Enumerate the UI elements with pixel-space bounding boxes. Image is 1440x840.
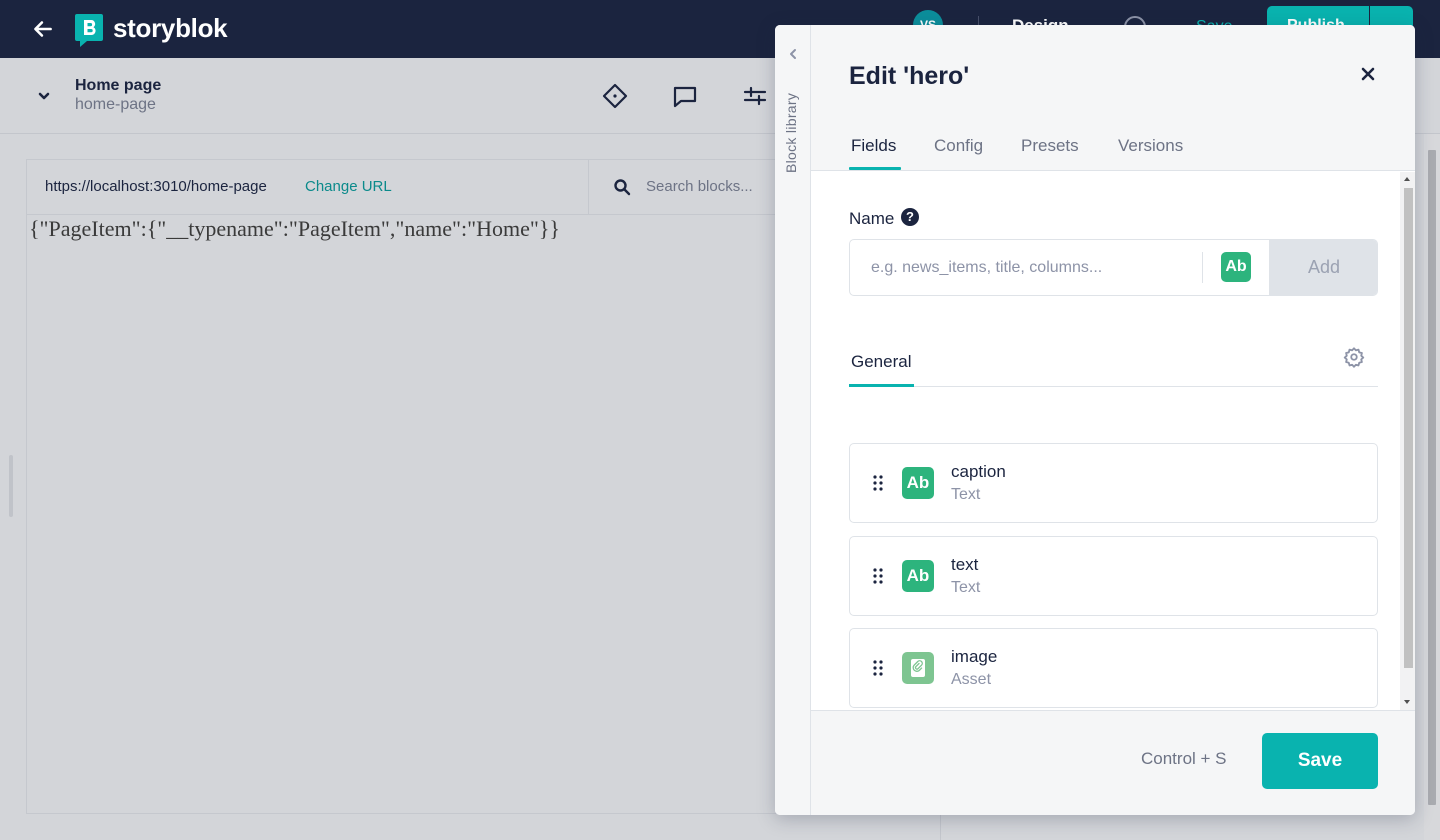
url-divider — [588, 160, 589, 215]
sliders-icon[interactable] — [741, 82, 769, 110]
modal-scrollbar-thumb[interactable] — [1404, 188, 1413, 668]
drag-handle-icon[interactable] — [873, 475, 883, 491]
chevron-down-icon[interactable] — [32, 84, 56, 108]
search-icon — [614, 179, 631, 196]
resize-handle[interactable] — [9, 455, 13, 517]
field-name-input[interactable] — [850, 240, 1200, 295]
name-input-group: Ab Add — [849, 239, 1378, 296]
modal-header: Edit 'hero' Fields Config Presets Versio… — [811, 25, 1415, 171]
add-field-button[interactable]: Add — [1269, 240, 1377, 295]
text-field-icon: Ab — [902, 467, 934, 499]
text-field-icon: Ab — [902, 560, 934, 592]
group-tab-indicator — [849, 384, 914, 387]
tab-config[interactable]: Config — [934, 136, 983, 156]
field-name: caption — [951, 462, 1006, 481]
modal-body: Name ? Ab Add General Ab caption Text Ab… — [811, 172, 1415, 710]
asset-icon — [902, 652, 934, 684]
change-url-link[interactable]: Change URL — [305, 178, 392, 195]
edit-block-modal: Block library Edit 'hero' Fields Config … — [775, 25, 1415, 815]
preview-url: https://localhost:3010/home-page — [45, 178, 267, 195]
block-library-label[interactable]: Block library — [783, 93, 799, 173]
diamond-icon[interactable] — [601, 82, 629, 110]
scroll-up-arrow-icon[interactable] — [1403, 175, 1411, 183]
field-type: Text — [951, 579, 981, 596]
back-arrow-icon[interactable] — [30, 16, 56, 42]
info-icon[interactable]: ? — [901, 208, 919, 226]
field-card-text[interactable]: Ab text Text — [849, 536, 1378, 616]
name-label: Name — [849, 209, 895, 228]
storyblok-logo-icon — [75, 14, 103, 47]
field-type-select[interactable]: Ab — [1221, 252, 1251, 282]
field-name: image — [951, 647, 998, 666]
drag-handle-icon[interactable] — [873, 660, 883, 676]
preview-json-content: {"PageItem":{"__typename":"PageItem","na… — [29, 216, 560, 241]
field-type: Asset — [951, 671, 992, 688]
drag-handle-icon[interactable] — [873, 568, 883, 584]
gear-icon[interactable] — [1343, 346, 1365, 368]
tab-general[interactable]: General — [851, 352, 911, 372]
field-card-caption[interactable]: Ab caption Text — [849, 443, 1378, 523]
search-blocks-input[interactable]: Search blocks... — [646, 178, 753, 195]
modal-title: Edit 'hero' — [849, 62, 970, 90]
story-slug: home-page — [75, 96, 156, 113]
chevron-left-icon[interactable] — [786, 47, 800, 61]
block-library-toggle[interactable]: Block library — [775, 25, 811, 815]
modal-footer: Control + S Save — [811, 710, 1415, 815]
close-icon[interactable] — [1360, 66, 1376, 82]
input-divider — [1202, 252, 1203, 283]
active-tab-indicator — [849, 167, 901, 170]
field-type: Text — [951, 486, 981, 503]
save-shortcut-hint: Control + S — [1141, 749, 1227, 768]
logo-text: storyblok — [113, 13, 228, 43]
field-name: text — [951, 555, 979, 574]
save-button[interactable]: Save — [1262, 733, 1378, 789]
page-scrollbar-thumb[interactable] — [1428, 150, 1436, 805]
group-tabs-line — [849, 386, 1378, 387]
comment-icon[interactable] — [671, 82, 699, 110]
tab-fields[interactable]: Fields — [851, 136, 896, 156]
tab-versions[interactable]: Versions — [1118, 136, 1183, 156]
story-title: Home page — [75, 77, 162, 94]
field-card-image[interactable]: image Asset — [849, 628, 1378, 708]
scroll-down-arrow-icon[interactable] — [1403, 698, 1411, 706]
tab-presets[interactable]: Presets — [1021, 136, 1079, 156]
